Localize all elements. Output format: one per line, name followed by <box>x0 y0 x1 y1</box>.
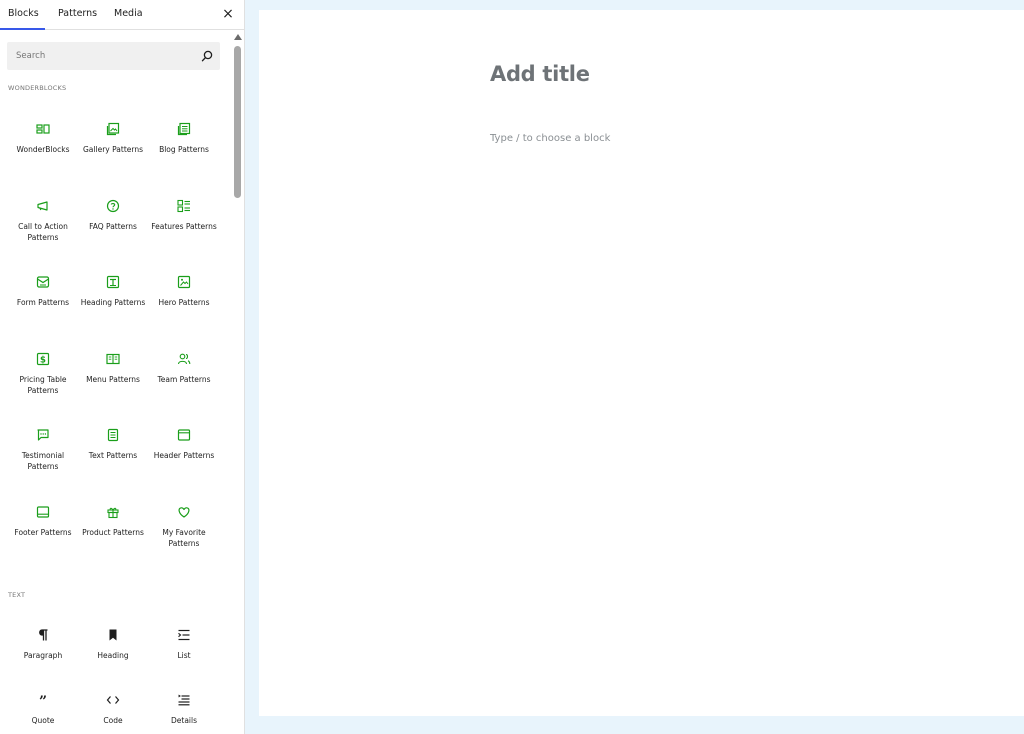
block-item-label: Features Patterns <box>151 221 217 231</box>
question-icon <box>106 199 120 212</box>
gift-icon <box>107 507 119 518</box>
quote-icon: ” <box>39 694 47 707</box>
block-item-form-patterns[interactable]: Form Patterns <box>8 267 78 337</box>
block-item-label: Footer Patterns <box>14 527 72 537</box>
testimonial-icon <box>37 429 49 441</box>
heart-icon <box>178 506 190 518</box>
block-item-label: FAQ Patterns <box>89 221 137 231</box>
block-item-label: Code <box>103 716 123 725</box>
gallery-icon <box>106 122 120 136</box>
block-item-label: Menu Patterns <box>86 374 140 384</box>
block-item-heading-patterns[interactable]: Heading Patterns <box>78 267 148 337</box>
block-item-heading[interactable]: Heading <box>78 620 148 690</box>
block-item-team-patterns[interactable]: Team Patterns <box>149 344 219 414</box>
menu-icon <box>106 353 120 364</box>
pricing-icon: $ <box>36 352 50 365</box>
block-item-label: Form Patterns <box>16 298 70 307</box>
section-title-wonderblocks: WONDERBLOCKS <box>8 84 67 92</box>
block-item-hero-patterns[interactable]: Hero Patterns <box>149 267 219 337</box>
block-item-product-patterns[interactable]: Product Patterns <box>78 497 148 567</box>
block-item-label: Gallery Patterns <box>83 145 143 154</box>
header-icon <box>177 429 191 441</box>
svg-text:”: ” <box>39 694 47 707</box>
form-icon <box>36 276 50 288</box>
block-item-quote[interactable]: ” Quote <box>8 685 78 734</box>
block-item-label: Hero Patterns <box>158 298 210 307</box>
block-item-label: List <box>177 651 191 660</box>
post-title-input[interactable]: Add title <box>490 62 590 86</box>
tab-patterns[interactable]: Patterns <box>58 0 97 30</box>
tab-blocks[interactable]: Blocks <box>8 0 39 30</box>
megaphone-icon <box>37 200 48 211</box>
section-title-text: TEXT <box>8 591 26 599</box>
footer-icon <box>36 505 50 518</box>
block-item-header-patterns[interactable]: Header Patterns <box>149 420 219 490</box>
block-item-footer-patterns[interactable]: Footer Patterns <box>8 497 78 567</box>
block-item-wonderblocks[interactable]: WonderBlocks <box>8 114 78 184</box>
block-item-features-patterns[interactable]: Features Patterns <box>149 191 219 261</box>
block-item-details[interactable]: Details <box>149 685 219 734</box>
block-item-label: Team Patterns <box>157 374 211 384</box>
block-item-label: Details <box>170 716 197 725</box>
paragraph-icon <box>39 629 48 641</box>
block-item-code[interactable]: Code <box>78 685 148 734</box>
block-item-blog-patterns[interactable]: Blog Patterns <box>149 114 219 184</box>
block-item-paragraph[interactable]: Paragraph <box>8 620 78 690</box>
svg-text:$: $ <box>40 355 46 365</box>
details-icon <box>178 694 190 706</box>
block-item-label: Text Patterns <box>88 451 138 460</box>
block-item-label: Product Patterns <box>82 527 144 537</box>
team-icon <box>177 353 191 364</box>
block-item-menu-patterns[interactable]: Menu Patterns <box>78 344 148 414</box>
block-item-testimonial-patterns[interactable]: Testimonial Patterns <box>8 420 78 490</box>
default-block-appender[interactable]: Type / to choose a block <box>490 133 610 144</box>
block-item-label: Pricing Table Patterns <box>19 374 67 395</box>
heading-pattern-icon <box>106 275 120 289</box>
hero-icon <box>177 275 191 289</box>
block-item-label: Quote <box>31 716 55 725</box>
features-icon <box>177 199 190 212</box>
block-item-label: WonderBlocks <box>16 145 70 154</box>
list-icon <box>178 629 190 641</box>
block-item-pricing-table-patterns[interactable]: $ Pricing Table Patterns <box>8 344 78 414</box>
block-item-label: Header Patterns <box>153 451 215 460</box>
block-item-label: Heading <box>97 651 129 660</box>
search-input[interactable] <box>7 42 197 70</box>
block-item-label: My Favorite Patterns <box>162 527 206 548</box>
wonderblocks-icon <box>36 124 50 134</box>
block-item-label: Paragraph <box>23 651 63 660</box>
block-inserter-panel: Blocks Patterns Media × WONDERBLOCKS Won… <box>0 0 245 734</box>
code-icon <box>106 696 120 704</box>
block-item-call-to-action-patterns[interactable]: Call to Action Patterns <box>8 191 78 261</box>
block-item-gallery-patterns[interactable]: Gallery Patterns <box>78 114 148 184</box>
scroll-up-arrow-icon[interactable] <box>234 34 242 40</box>
close-inserter-button[interactable]: × <box>220 5 236 23</box>
editor-canvas <box>259 10 1024 716</box>
block-item-label: Call to Action Patterns <box>18 221 68 242</box>
tab-media[interactable]: Media <box>114 0 143 30</box>
search-box <box>7 42 220 70</box>
block-item-label: Blog Patterns <box>159 145 209 154</box>
blog-icon <box>177 122 191 136</box>
block-item-label: Heading Patterns <box>80 298 146 307</box>
block-item-list[interactable]: List <box>149 620 219 690</box>
block-item-text-patterns[interactable]: Text Patterns <box>78 420 148 490</box>
active-tab-indicator <box>0 28 45 30</box>
scrollbar-thumb[interactable] <box>234 46 241 198</box>
block-item-faq-patterns[interactable]: FAQ Patterns <box>78 191 148 261</box>
block-item-my-favorite-patterns[interactable]: My Favorite Patterns <box>149 497 219 567</box>
block-item-label: Testimonial Patterns <box>21 451 65 471</box>
search-icon[interactable] <box>200 49 214 63</box>
inserter-tabs: Blocks Patterns Media × <box>0 0 244 30</box>
bookmark-icon <box>109 629 117 641</box>
text-pattern-icon <box>107 428 119 442</box>
